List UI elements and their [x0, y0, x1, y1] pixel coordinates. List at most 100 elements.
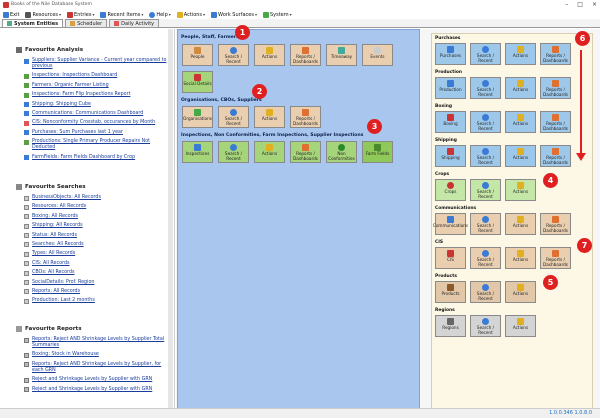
search-link[interactable]: Boxing: All Records — [32, 214, 78, 220]
search-link[interactable]: Reports: All Records — [32, 289, 80, 295]
list-item[interactable]: CIS: Nonconformity Crosstab, occurances … — [24, 120, 170, 126]
list-item[interactable]: Suppliers: Supplier Variance - Current y… — [24, 58, 170, 70]
tile-reports-dashboards[interactable]: Reports / Dashboards — [290, 106, 321, 128]
tile-reports-dashboards[interactable]: Reports / Dashboards — [540, 247, 571, 269]
tile-search-recent[interactable]: Search / Recent — [470, 111, 501, 133]
analysis-link[interactable]: Farmers: Organic Farmer Listing — [32, 83, 109, 89]
tile-social-details[interactable]: Social Details — [182, 71, 213, 93]
tile-regions[interactable]: Regions — [435, 315, 466, 337]
analysis-link[interactable]: Inspections: Farm Flip Inspections Repor… — [32, 92, 130, 98]
tile-search-recent[interactable]: Search / Recent — [470, 43, 501, 65]
tile-people[interactable]: People — [182, 44, 213, 66]
tile-search-recent[interactable]: Search / Recent — [218, 44, 249, 66]
menu-actions[interactable]: Actions ▾ — [176, 11, 205, 18]
list-item[interactable]: Reject and Shrinkage Levels by Supplier … — [24, 387, 170, 393]
tile-boxing[interactable]: Boxing — [435, 111, 466, 133]
tile-actions[interactable]: Actions — [505, 247, 536, 269]
search-link[interactable]: Resources: All Records — [32, 204, 86, 210]
list-item[interactable]: Types: All Records — [24, 251, 170, 257]
maximize-icon[interactable]: □ — [577, 1, 583, 8]
tile-actions[interactable]: Actions — [505, 315, 536, 337]
tile-events[interactable]: Events — [362, 44, 393, 66]
tile-actions[interactable]: Actions — [254, 106, 285, 128]
tile-reports-dashboards[interactable]: Reports / Dashboards — [290, 141, 321, 163]
menu-entries[interactable]: Entries ▾ — [67, 11, 94, 18]
list-item[interactable]: Production: Last 2 months — [24, 298, 170, 304]
search-link[interactable]: SocialDetails: Prof. Region — [32, 280, 94, 286]
tile-communications[interactable]: Communications — [433, 213, 468, 235]
list-item[interactable]: Shipping: All Records — [24, 223, 170, 229]
tile-search-recent[interactable]: Search / Recent — [470, 247, 501, 269]
analysis-link[interactable]: Inspections: Inspections Dashboard — [32, 73, 117, 79]
list-item[interactable]: Searches: All Records — [24, 242, 170, 248]
search-link[interactable]: Types: All Records — [32, 251, 75, 257]
tile-search-recent[interactable]: Search / Recent — [470, 315, 501, 337]
menu-resources[interactable]: Resources ▾ — [25, 11, 61, 18]
report-link[interactable]: Boxing: Stock in Warehouse — [32, 352, 99, 358]
list-item[interactable]: Reports: Reject AND Shrinkage Levels by … — [24, 337, 170, 349]
tile-shipping[interactable]: Shipping — [435, 145, 466, 167]
menu-help[interactable]: Help ▾ — [149, 11, 171, 18]
tile-reports-dashboards[interactable]: Reports / Dashboards — [540, 77, 571, 99]
tile-farm-fields[interactable]: Farm Fields — [362, 141, 393, 163]
list-item[interactable]: Communications: Communications Dashboard — [24, 111, 170, 117]
list-item[interactable]: Productions: Single Primary Producer Rep… — [24, 139, 170, 151]
tile-actions[interactable]: Actions — [505, 281, 536, 303]
tab-system-entities[interactable]: System Entities — [2, 19, 64, 27]
list-item[interactable]: Reports: All Records — [24, 289, 170, 295]
analysis-link[interactable]: Productions: Single Primary Producer Rep… — [32, 139, 170, 151]
tile-actions[interactable]: Actions — [254, 44, 285, 66]
list-item[interactable]: Boxing: Stock in Warehouse — [24, 352, 170, 358]
analysis-link[interactable]: Communications: Communications Dashboard — [32, 111, 143, 117]
list-item[interactable]: SocialDetails: Prof. Region — [24, 280, 170, 286]
tile-search-recent[interactable]: Search / Recent — [470, 145, 501, 167]
list-item[interactable]: Status: All Records — [24, 233, 170, 239]
report-link[interactable]: Reports: Reject AND Shrinkage Levels by … — [32, 337, 170, 349]
list-item[interactable]: CIS: All Records — [24, 261, 170, 267]
search-link[interactable]: Status: All Records — [32, 233, 77, 239]
tile-reports-dashboards[interactable]: Reports / Dashboards — [540, 213, 571, 235]
list-item[interactable]: Resources: All Records — [24, 204, 170, 210]
tile-crops[interactable]: Crops — [435, 179, 466, 201]
tile-search-recent[interactable]: Search / Recent — [218, 141, 249, 163]
menu-work-surfaces[interactable]: Work Surfaces ▾ — [211, 11, 257, 18]
tile-actions[interactable]: Actions — [505, 43, 536, 65]
analysis-link[interactable]: Shipping: Shipping Cube — [32, 102, 91, 108]
tile-purchases[interactable]: Purchases — [435, 43, 466, 65]
analysis-link[interactable]: Suppliers: Supplier Variance - Current y… — [32, 58, 170, 70]
list-item[interactable]: Shipping: Shipping Cube — [24, 102, 170, 108]
menu-system[interactable]: System ▾ — [262, 11, 292, 18]
list-item[interactable]: Purchases: Sum Purchases last 1 year — [24, 130, 170, 136]
search-link[interactable]: Production: Last 2 months — [32, 298, 95, 304]
close-icon[interactable]: × — [592, 1, 597, 8]
tile-search-recent[interactable]: Search / Recent — [470, 77, 501, 99]
menu-exit[interactable]: Exit — [3, 11, 19, 18]
tile-organisations[interactable]: Organisations — [182, 106, 213, 128]
tile-actions[interactable]: Actions — [505, 77, 536, 99]
tile-search-recent[interactable]: Search / Recent — [470, 281, 501, 303]
tile-cis[interactable]: CIS — [435, 247, 466, 269]
tab-scheduler[interactable]: Scheduler — [65, 19, 108, 27]
tile-timeaway[interactable]: Timeaway — [326, 44, 357, 66]
search-link[interactable]: Shipping: All Records — [32, 223, 83, 229]
analysis-link[interactable]: FarmFields: Farm Fields Dashboard by Cro… — [32, 155, 135, 161]
list-item[interactable]: BusinessObjects: All Records — [24, 195, 170, 201]
report-link[interactable]: Reports: Reject AND Shrinkage Levels by … — [32, 362, 170, 374]
tab-daily-activity[interactable]: Daily Activity — [109, 19, 160, 27]
tile-inspections[interactable]: Inspections — [182, 141, 213, 163]
tile-reports-dashboards[interactable]: Reports / Dashboards — [540, 145, 571, 167]
report-link[interactable]: Reject and Shrinkage Levels by Supplier … — [32, 387, 152, 393]
search-link[interactable]: BusinessObjects: All Records — [32, 195, 101, 201]
analysis-link[interactable]: Purchases: Sum Purchases last 1 year — [32, 130, 123, 136]
left-scrollbar[interactable] — [168, 29, 173, 408]
minimize-icon[interactable]: – — [565, 1, 568, 8]
tile-actions[interactable]: Actions — [505, 111, 536, 133]
tile-reports-dashboards[interactable]: Reports / Dashboards — [290, 44, 321, 66]
report-link[interactable]: Reject and Shrinkage Levels by Supplier … — [32, 377, 152, 383]
tile-actions[interactable]: Actions — [505, 179, 536, 201]
list-item[interactable]: Inspections: Inspections Dashboard — [24, 73, 170, 79]
tile-search-recent[interactable]: Search / Recent — [470, 179, 501, 201]
tile-search-recent[interactable]: Search / Recent — [218, 106, 249, 128]
search-link[interactable]: CIS: All Records — [32, 261, 70, 267]
search-link[interactable]: CBOs: All Records — [32, 270, 75, 276]
